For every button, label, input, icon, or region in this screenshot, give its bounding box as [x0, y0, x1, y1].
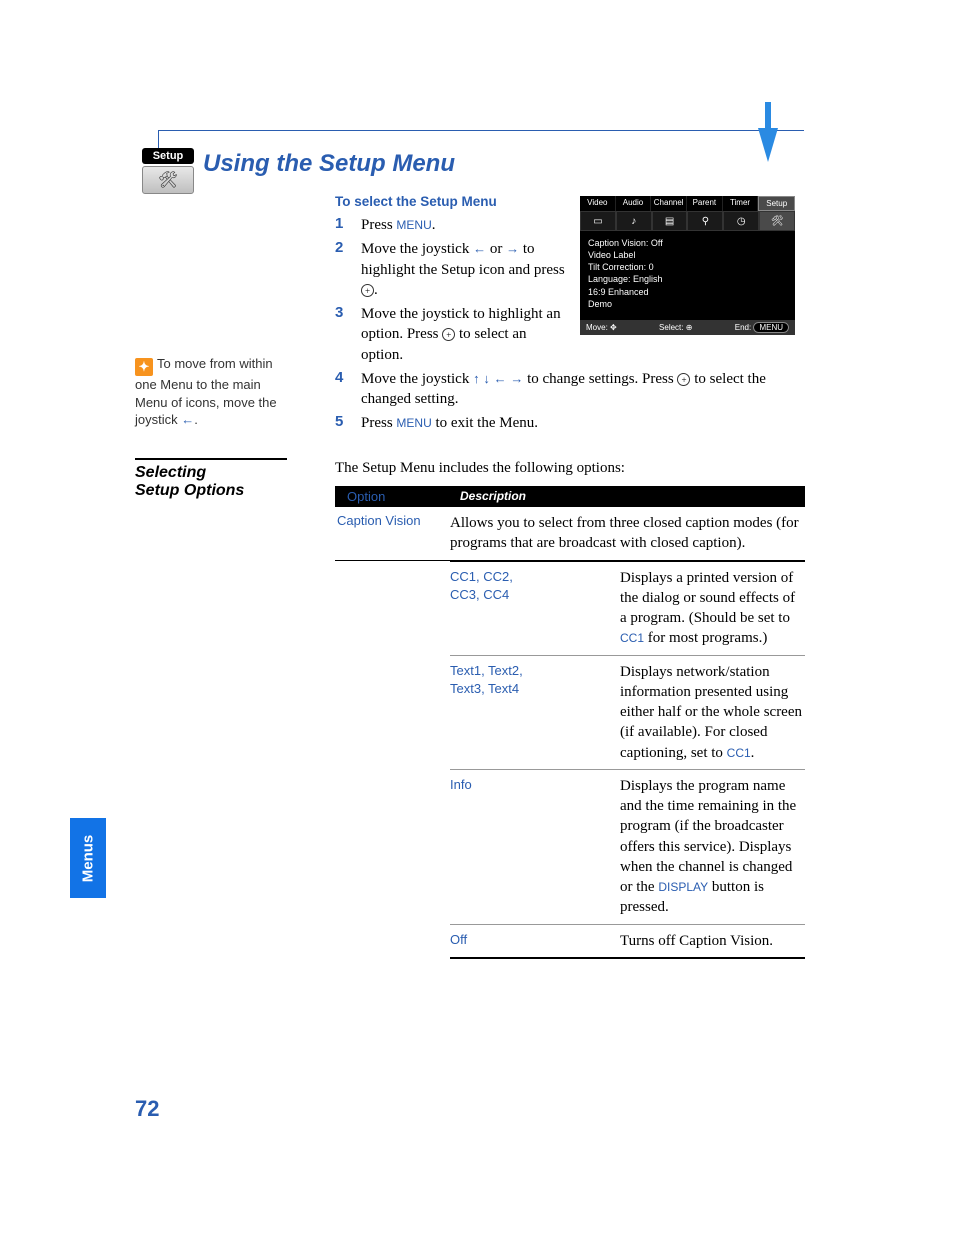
tip-note: ✦To move from within one Menu to the mai…: [135, 355, 287, 429]
sub-option-name: CC1, CC2,CC3, CC4: [450, 568, 620, 649]
manual-page: Setup 🛠 Using the Setup Menu ✦To move fr…: [0, 0, 954, 1235]
step-4: 4 Move the joystick ↑ ↓ ← → to change se…: [335, 369, 805, 410]
tv-tab: Timer: [723, 196, 759, 211]
tv-footer: Move: ✥ Select: ⊕ End: MENU: [580, 320, 795, 335]
setup-icon: 🛠: [759, 211, 795, 231]
select-button-icon: +: [677, 373, 690, 386]
tip-text-2: .: [194, 412, 198, 427]
tv-tab: Parent: [687, 196, 723, 211]
tv-tab: Audio: [616, 196, 652, 211]
sub-options: CC1, CC2,CC3, CC4 Displays a printed ver…: [450, 561, 805, 959]
down-arrow-icon: [758, 128, 778, 162]
sub-option-name: Off: [450, 931, 620, 951]
setup-badge-label: Setup: [142, 148, 194, 164]
step-number: 1: [335, 215, 347, 235]
channel-icon: ▤: [652, 211, 688, 231]
instructions-block: To select the Setup Menu 1 Press MENU. 2…: [335, 194, 565, 438]
step-1: 1 Press MENU.: [335, 215, 565, 235]
menu-keyword: MENU: [396, 218, 431, 232]
sub-option-desc: Displays a printed version of the dialog…: [620, 568, 805, 649]
tv-line: Language: English: [588, 273, 787, 285]
sub-option-desc: Turns off Caption Vision.: [620, 931, 805, 951]
arrow-right-icon: →: [510, 371, 523, 386]
arrow-right-icon: →: [506, 241, 519, 256]
arrow-left-icon: ←: [494, 371, 507, 386]
tools-icon: 🛠: [142, 166, 194, 194]
sub-option-name: Info: [450, 776, 620, 918]
sub-option-name: Text1, Text2,Text3, Text4: [450, 662, 620, 763]
step-2: 2 Move the joystick ← or → to highlight …: [335, 239, 565, 300]
sub-option-desc: Displays network/station information pre…: [620, 662, 805, 763]
tv-line: Demo: [588, 298, 787, 310]
step-number: 3: [335, 304, 347, 365]
options-table: Option Description Caption Vision Allows…: [335, 486, 805, 959]
timer-icon: ◷: [723, 211, 759, 231]
menu-pill: MENU: [753, 322, 789, 333]
table-row: Off Turns off Caption Vision.: [450, 924, 805, 959]
tip-text-1: To move from within one Menu to the main…: [135, 356, 277, 427]
tv-line: Video Label: [588, 249, 787, 261]
select-button-icon: +: [361, 284, 374, 297]
video-icon: ▭: [580, 211, 616, 231]
option-name: Caption Vision: [335, 513, 450, 554]
arrow-down-icon: ↓: [483, 371, 490, 386]
arrow-up-icon: ↑: [473, 371, 480, 386]
col-option: Option: [345, 489, 460, 504]
tv-tab: Channel: [651, 196, 687, 211]
step-number: 5: [335, 413, 347, 433]
table-row: CC1, CC2,CC3, CC4 Displays a printed ver…: [450, 561, 805, 655]
section-side-tab: Menus: [70, 818, 106, 898]
tv-tab: Video: [580, 196, 616, 211]
table-row: Text1, Text2,Text3, Text4 Displays netwo…: [450, 655, 805, 769]
instructions-heading: To select the Setup Menu: [335, 194, 565, 209]
option-desc: Allows you to select from three closed c…: [450, 513, 805, 554]
page-number: 72: [135, 1096, 159, 1122]
step-5: 5 Press MENU to exit the Menu.: [335, 413, 805, 433]
tv-tabs: Video Audio Channel Parent Timer Setup: [580, 196, 795, 211]
select-button-icon: +: [442, 328, 455, 341]
tv-menu-body: Caption Vision: Off Video Label Tilt Cor…: [580, 231, 795, 320]
col-description: Description: [460, 489, 526, 504]
table-row: Info Displays the program name and the t…: [450, 769, 805, 924]
step-number: 2: [335, 239, 347, 300]
tv-menu-screenshot: Video Audio Channel Parent Timer Setup ▭…: [580, 196, 795, 335]
step-number: 4: [335, 369, 347, 410]
section-heading: Selecting Setup Options: [135, 458, 287, 500]
select-icon: ⊕: [686, 323, 693, 332]
menu-keyword: MENU: [396, 416, 431, 430]
parent-icon: ⚲: [687, 211, 723, 231]
arrow-left-icon: ←: [473, 241, 486, 256]
table-header: Option Description: [335, 486, 805, 507]
tv-icon-row: ▭ ♪ ▤ ⚲ ◷ 🛠: [580, 211, 795, 231]
sub-option-desc: Displays the program name and the time r…: [620, 776, 805, 918]
table-row: Caption Vision Allows you to select from…: [335, 507, 805, 561]
page-title: Using the Setup Menu: [203, 150, 455, 178]
audio-icon: ♪: [616, 211, 652, 231]
tv-tab-active: Setup: [758, 196, 795, 211]
tv-line: Caption Vision: Off: [588, 237, 787, 249]
setup-badge: Setup 🛠: [142, 148, 194, 194]
lightbulb-icon: ✦: [135, 358, 153, 376]
step-3: 3 Move the joystick to highlight an opti…: [335, 304, 565, 365]
tv-line: Tilt Correction: 0: [588, 261, 787, 273]
tv-line: 16:9 Enhanced: [588, 286, 787, 298]
arrow-left-icon: ←: [181, 412, 194, 427]
dpad-icon: ✥: [610, 323, 617, 332]
section-intro: The Setup Menu includes the following op…: [335, 460, 625, 477]
